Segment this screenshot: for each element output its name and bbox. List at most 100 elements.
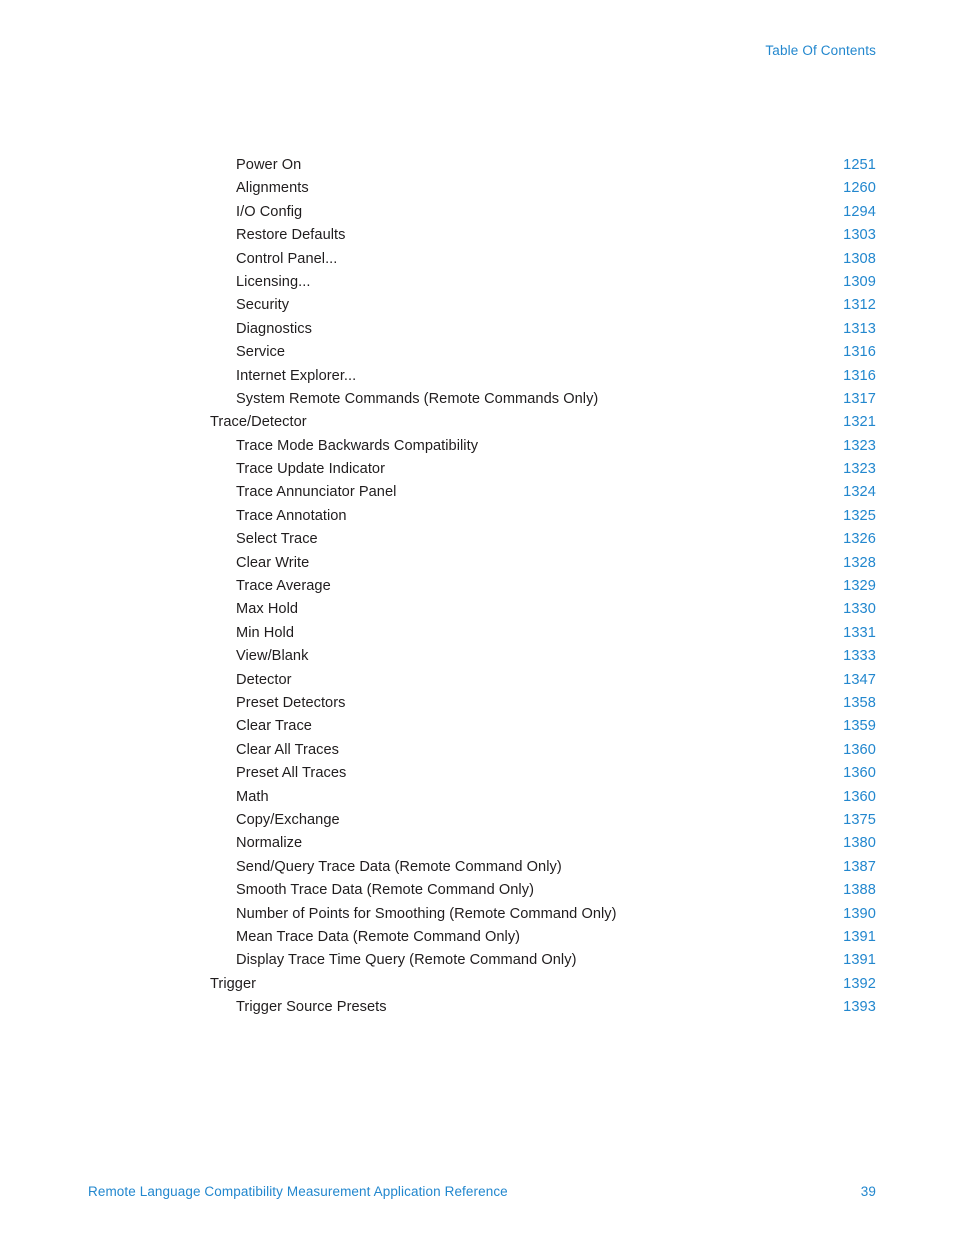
toc-entry-title: Clear Write <box>236 554 310 571</box>
footer-page-number: 39 <box>860 1184 876 1199</box>
toc-entry-title: Display Trace Time Query (Remote Command… <box>236 952 577 969</box>
toc-entry[interactable]: Alignments 1260 <box>210 177 876 200</box>
toc-entry-title: Trigger Source Presets <box>236 999 387 1016</box>
toc-entry-page-number: 1309 <box>843 273 876 290</box>
toc-entry-title: Trace Annunciator Panel <box>236 484 397 501</box>
toc-entry-title: Detector <box>236 671 292 688</box>
toc-entry-title: Select Trace <box>236 531 318 548</box>
toc-entry[interactable]: Copy/Exchange 1375 <box>210 809 876 832</box>
toc-entry-page-number: 1360 <box>843 765 876 782</box>
toc-entry-page-number: 1312 <box>843 297 876 314</box>
toc-entry-page-number: 1390 <box>843 905 876 922</box>
toc-entry[interactable]: Trace Annunciator Panel 1324 <box>210 481 876 504</box>
toc-entry-page-number: 1375 <box>843 811 876 828</box>
toc-entry-page-number: 1388 <box>843 882 876 899</box>
toc-entry-title: Max Hold <box>236 601 299 618</box>
toc-entry-page-number: 1359 <box>843 718 876 735</box>
toc-entry[interactable]: Trace Annotation 1325 <box>210 505 876 528</box>
toc-entry-page-number: 1325 <box>843 507 876 524</box>
toc-entry-page-number: 1303 <box>843 227 876 244</box>
toc-entry-page-number: 1380 <box>843 835 876 852</box>
toc-entry[interactable]: Power On 1251 <box>210 154 876 177</box>
toc-entry[interactable]: Security 1312 <box>210 294 876 317</box>
toc-entry-title: Power On <box>236 157 302 173</box>
toc-entry-title: Alignments <box>236 180 309 197</box>
toc-entry[interactable]: Clear Write 1328 <box>210 552 876 575</box>
toc-entry-title: Normalize <box>236 835 303 852</box>
toc-entry-title: Number of Points for Smoothing (Remote C… <box>236 905 617 922</box>
toc-entry[interactable]: View/Blank 1333 <box>210 645 876 668</box>
toc-entry-title: Trigger <box>210 975 257 992</box>
toc-entry[interactable]: Trace Mode Backwards Compatibility 1323 <box>210 435 876 458</box>
toc-entry-page-number: 1360 <box>843 741 876 758</box>
toc-entry[interactable]: Restore Defaults 1303 <box>210 224 876 247</box>
toc-entry-page-number: 1328 <box>843 554 876 571</box>
toc-entry[interactable]: Max Hold 1330 <box>210 598 876 621</box>
toc-entry-page-number: 1294 <box>843 203 876 220</box>
toc-entry[interactable]: System Remote Commands (Remote Commands … <box>210 388 876 411</box>
toc-entry-title: Clear Trace <box>236 718 312 735</box>
toc-entry-title: Control Panel... <box>236 250 338 267</box>
toc-entry[interactable]: Number of Points for Smoothing (Remote C… <box>210 903 876 926</box>
toc-entry[interactable]: Trace Average 1329 <box>210 575 876 598</box>
toc-entry[interactable]: Smooth Trace Data (Remote Command Only) 1… <box>210 879 876 902</box>
toc-entry-page-number: 1323 <box>843 437 876 454</box>
toc-entry-page-number: 1330 <box>843 601 876 618</box>
toc-entry-page-number: 1323 <box>843 461 876 478</box>
toc-entry[interactable]: Licensing... 1309 <box>210 271 876 294</box>
toc-entry[interactable]: I/O Config 1294 <box>210 201 876 224</box>
toc-entry-title: Restore Defaults <box>236 227 346 244</box>
toc-entry-title: Trace Update Indicator <box>236 461 386 478</box>
toc-entry[interactable]: Clear All Traces 1360 <box>210 739 876 762</box>
toc-entry-page-number: 1326 <box>843 531 876 548</box>
toc-entry[interactable]: Diagnostics 1313 <box>210 318 876 341</box>
document-page: Table Of Contents Power On 1251 Alignments… <box>0 0 954 1235</box>
toc-entry-page-number: 1317 <box>843 390 876 407</box>
toc-entry-title: Licensing... <box>236 273 311 290</box>
toc-entry-title: Trace/Detector <box>210 414 307 431</box>
toc-entry-page-number: 1324 <box>843 484 876 501</box>
toc-entry[interactable]: Preset Detectors 1358 <box>210 692 876 715</box>
toc-entry-page-number: 1393 <box>843 999 876 1016</box>
toc-entry-page-number: 1313 <box>843 320 876 337</box>
toc-entry[interactable]: Display Trace Time Query (Remote Command… <box>210 949 876 972</box>
toc-entry[interactable]: Normalize 1380 <box>210 832 876 855</box>
toc-entry-title: I/O Config <box>236 203 303 220</box>
toc-entry-title: Service <box>236 344 286 361</box>
toc-entry[interactable]: Trace Update Indicator 1323 <box>210 458 876 481</box>
toc-entry-title: Security <box>236 297 290 314</box>
toc-entry-page-number: 1321 <box>843 414 876 431</box>
toc-entry-page-number: 1331 <box>843 624 876 641</box>
toc-entry-page-number: 1391 <box>843 928 876 945</box>
toc-entry[interactable]: Clear Trace 1359 <box>210 715 876 738</box>
toc-entry-title: Min Hold <box>236 624 294 641</box>
toc-entry-page-number: 1260 <box>843 180 876 197</box>
toc-entry[interactable]: Trigger Source Presets 1393 <box>210 996 876 1019</box>
toc-entry[interactable]: Preset All Traces 1360 <box>210 762 876 785</box>
toc-entry[interactable]: Detector 1347 <box>210 669 876 692</box>
toc-entry-page-number: 1360 <box>843 788 876 805</box>
toc-entry[interactable]: Trace/Detector 1321 <box>210 411 876 434</box>
toc-entry-page-number: 1391 <box>843 952 876 969</box>
toc-entry-page-number: 1333 <box>843 648 876 665</box>
toc-entry-page-number: 1387 <box>843 858 876 875</box>
toc-entry-title: Diagnostics <box>236 320 312 337</box>
toc-entry[interactable]: Internet Explorer... 1316 <box>210 365 876 388</box>
toc-entry[interactable]: Control Panel... 1308 <box>210 248 876 271</box>
table-of-contents-list: Power On 1251 Alignments 1260 I/O Config 1294… <box>210 154 876 1019</box>
toc-entry[interactable]: Select Trace 1326 <box>210 528 876 551</box>
running-header-title: Table Of Contents <box>765 43 876 58</box>
toc-entry[interactable]: Math 1360 <box>210 786 876 809</box>
toc-entry[interactable]: Mean Trace Data (Remote Command Only) 139… <box>210 926 876 949</box>
toc-entry-page-number: 1392 <box>843 975 876 992</box>
toc-entry-title: System Remote Commands (Remote Commands … <box>236 390 599 407</box>
toc-entry[interactable]: Min Hold 1331 <box>210 622 876 645</box>
toc-entry[interactable]: Trigger 1392 <box>210 973 876 996</box>
toc-entry-title: Send/Query Trace Data (Remote Command On… <box>236 858 562 875</box>
toc-entry[interactable]: Send/Query Trace Data (Remote Command On… <box>210 856 876 879</box>
toc-entry-title: Internet Explorer... <box>236 367 357 384</box>
toc-entry-page-number: 1347 <box>843 671 876 688</box>
toc-entry[interactable]: Service 1316 <box>210 341 876 364</box>
running-footer: Remote Language Compatibility Measuremen… <box>88 1184 876 1199</box>
toc-entry-page-number: 1308 <box>843 250 876 267</box>
